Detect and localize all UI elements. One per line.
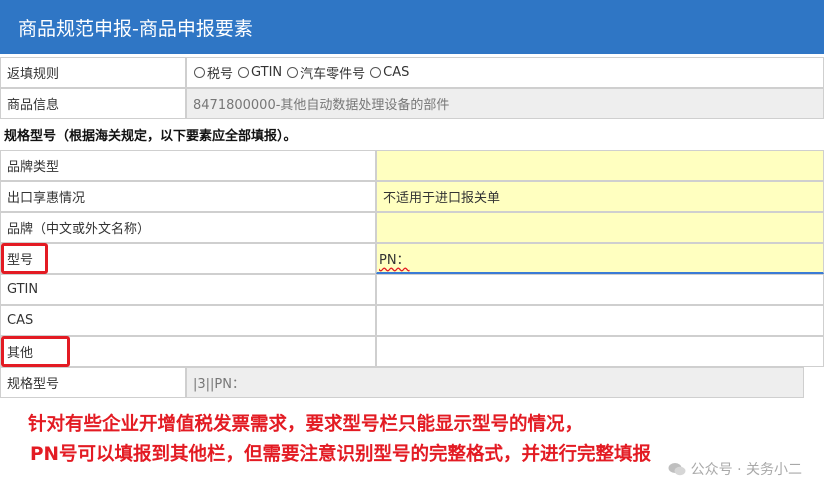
- window-title: 商品规范申报-商品申报要素: [18, 17, 253, 40]
- other-highlight-box: [1, 336, 70, 367]
- return-rule-options: 税号 GTIN 汽车零件号 CAS: [186, 57, 824, 88]
- annotation-line-1: 针对有些企业开增值税发票需求，要求型号栏只能显示型号的情况，: [28, 414, 584, 435]
- radio-icon[interactable]: [238, 67, 250, 78]
- radio-option-cas[interactable]: CAS: [367, 65, 411, 80]
- window-title-bar: 商品规范申报-商品申报要素: [0, 0, 824, 54]
- radio-option-auto-part-no[interactable]: 汽车零件号: [284, 63, 367, 82]
- export-benefit-row: 出口享惠情况 不适用于进口报关单: [0, 181, 824, 212]
- wechat-icon: [668, 463, 686, 476]
- brand-type-row: 品牌类型: [0, 150, 824, 181]
- model-label: 型号: [0, 243, 376, 274]
- spec-model-label: 规格型号: [0, 367, 186, 398]
- gtin-row: GTIN: [0, 274, 824, 305]
- cas-label: CAS: [0, 305, 376, 336]
- product-info-row: 商品信息 8471800000-其他自动数据处理设备的部件: [0, 88, 824, 119]
- model-input-value: PN：: [379, 252, 410, 268]
- gtin-input[interactable]: [376, 274, 824, 305]
- return-rule-label: 返填规则: [0, 57, 186, 88]
- product-info-value: 8471800000-其他自动数据处理设备的部件: [186, 88, 824, 119]
- gtin-label: GTIN: [0, 274, 376, 305]
- cas-row: CAS: [0, 305, 824, 336]
- export-benefit-input[interactable]: 不适用于进口报关单: [376, 181, 824, 212]
- annotation-banner: 针对有些企业开增值税发票需求，要求型号栏只能显示型号的情况， PN号可以填报到其…: [0, 400, 824, 501]
- radio-icon[interactable]: [370, 67, 382, 78]
- annotation-line-2: PN号可以填报到其他栏，但需要注意识别型号的完整格式，并进行完整填报: [30, 444, 652, 465]
- cas-input[interactable]: [376, 305, 824, 336]
- brand-name-label: 品牌（中文或外文名称）: [0, 212, 376, 243]
- radio-option-tax-no[interactable]: 税号: [191, 63, 235, 82]
- product-info-label: 商品信息: [0, 88, 186, 119]
- watermark-text: 公众号 · 关务小二: [690, 462, 802, 478]
- radio-option-gtin[interactable]: GTIN: [235, 65, 284, 80]
- brand-name-input[interactable]: [376, 212, 824, 243]
- brand-type-label: 品牌类型: [0, 150, 376, 181]
- model-row: 型号 PN：: [0, 243, 824, 274]
- return-rule-row: 返填规则 税号 GTIN 汽车零件号 CAS: [0, 57, 824, 88]
- spec-model-value: |3||PN：: [186, 367, 804, 398]
- radio-icon[interactable]: [287, 67, 299, 78]
- spec-section-title: 规格型号（根据海关规定，以下要素应全部填报）。: [4, 129, 297, 144]
- brand-name-row: 品牌（中文或外文名称）: [0, 212, 824, 243]
- export-benefit-label: 出口享惠情况: [0, 181, 376, 212]
- spec-model-row: 规格型号 |3||PN：: [0, 367, 824, 398]
- radio-icon[interactable]: [194, 67, 205, 78]
- model-input[interactable]: PN：: [376, 243, 824, 274]
- other-input[interactable]: [376, 336, 824, 367]
- watermark: 公众号 · 关务小二: [668, 459, 802, 479]
- model-highlight-box: [1, 243, 48, 274]
- brand-type-input[interactable]: [376, 150, 824, 181]
- other-row: 其他: [0, 336, 824, 367]
